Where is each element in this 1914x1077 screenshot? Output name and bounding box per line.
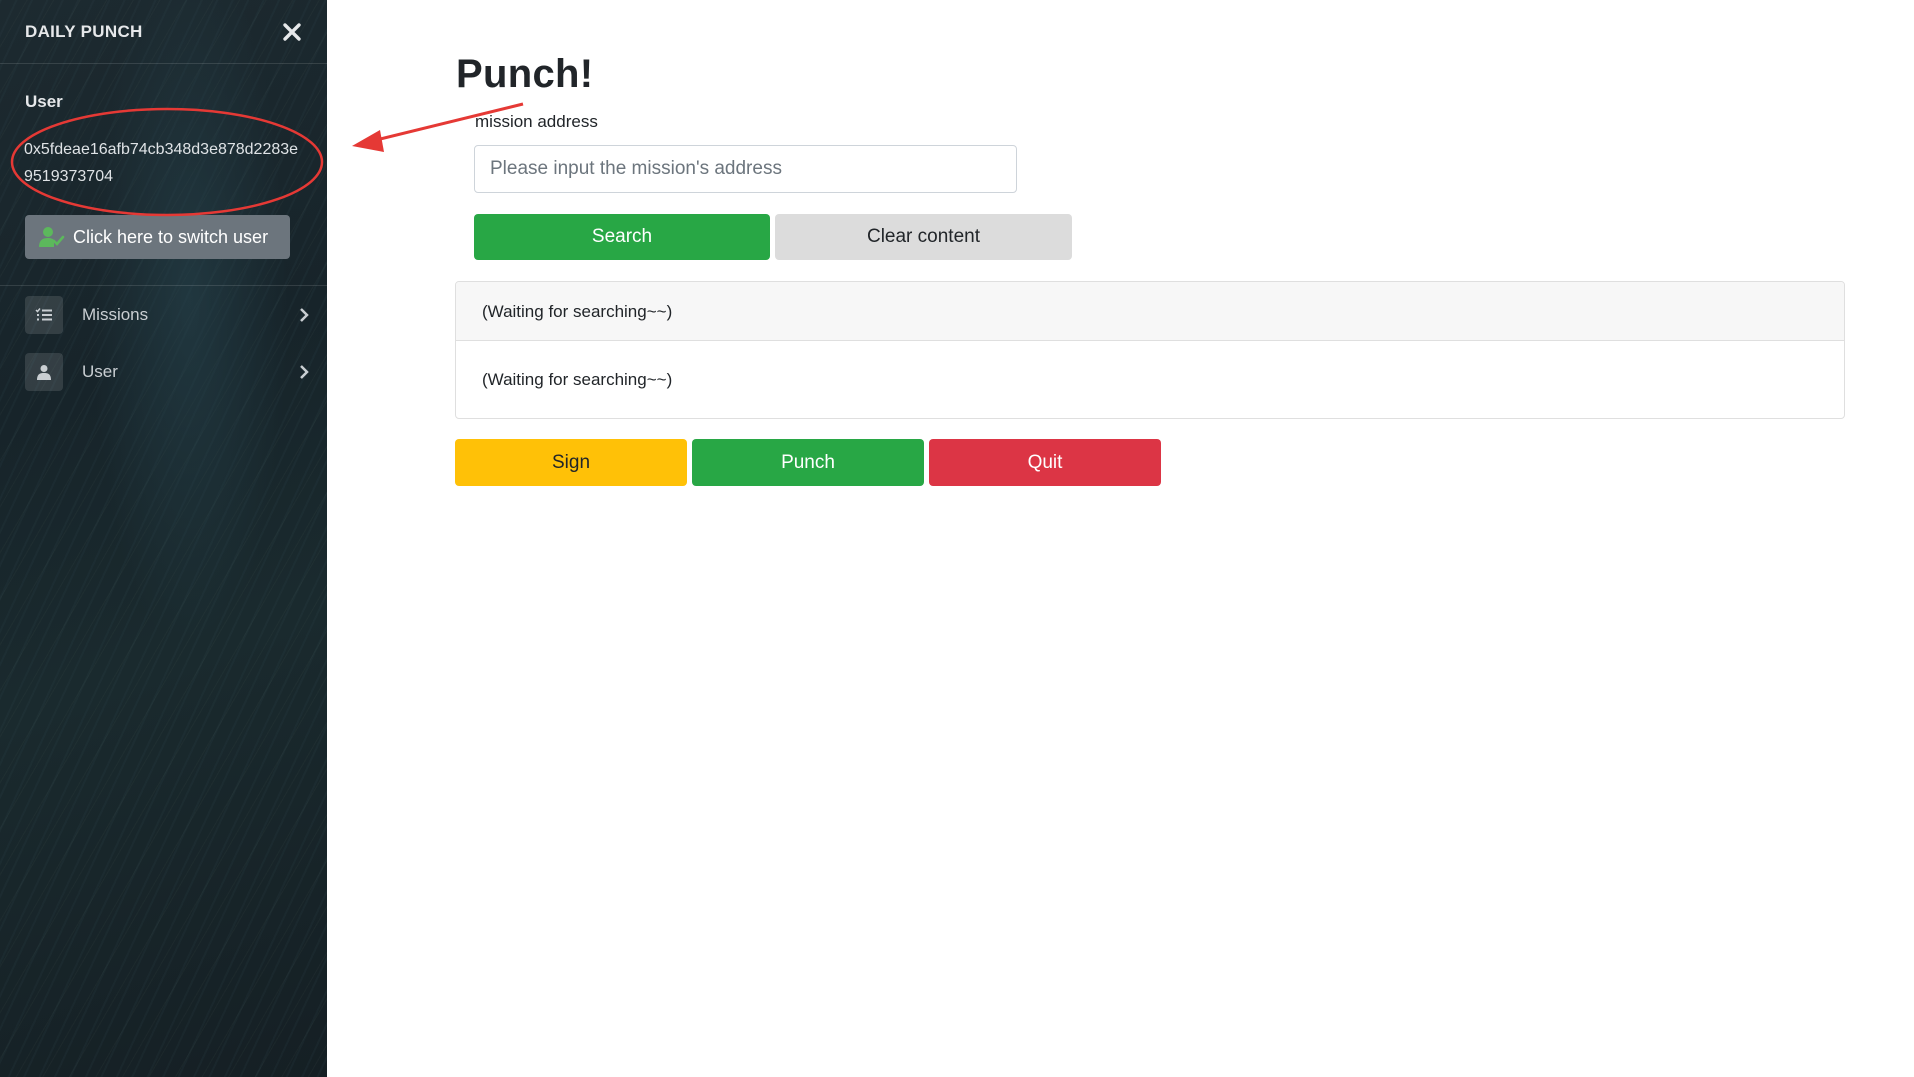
- sidebar-item-label: Missions: [82, 305, 149, 324]
- sign-button[interactable]: Sign: [455, 439, 687, 486]
- sidebar-item-user[interactable]: User: [25, 352, 310, 392]
- sidebar-item-missions[interactable]: Missions: [25, 295, 310, 335]
- result-body: (Waiting for searching~~): [482, 370, 673, 389]
- result-card: (Waiting for searching~~) (Waiting for s…: [455, 281, 1845, 419]
- result-header: (Waiting for searching~~): [456, 282, 1844, 341]
- sidebar-item-label: User: [82, 362, 118, 381]
- sidebar-divider: [0, 285, 327, 286]
- clear-content-button[interactable]: Clear content: [775, 214, 1072, 260]
- user-check-icon: [39, 226, 65, 248]
- person-icon: [25, 353, 63, 391]
- search-button[interactable]: Search: [474, 214, 770, 260]
- sidebar: DAILY PUNCH User 0x5fdeae16afb74cb348d3e…: [0, 0, 327, 1077]
- mission-address-input[interactable]: [474, 145, 1017, 193]
- close-icon[interactable]: [279, 19, 305, 45]
- switch-user-button[interactable]: Click here to switch user: [25, 215, 290, 259]
- page-title: Punch!: [456, 52, 594, 96]
- mission-address-label: mission address: [475, 112, 598, 131]
- chevron-right-icon: [298, 307, 310, 323]
- list-icon: [25, 296, 63, 334]
- user-address: 0x5fdeae16afb74cb348d3e878d2283e95193737…: [24, 141, 299, 185]
- quit-button[interactable]: Quit: [929, 439, 1161, 486]
- punch-button[interactable]: Punch: [692, 439, 924, 486]
- chevron-right-icon: [298, 364, 310, 380]
- user-heading: User: [25, 92, 63, 111]
- brand-title: DAILY PUNCH: [25, 22, 143, 41]
- sidebar-header: DAILY PUNCH: [0, 0, 327, 64]
- switch-user-label: Click here to switch user: [73, 226, 269, 247]
